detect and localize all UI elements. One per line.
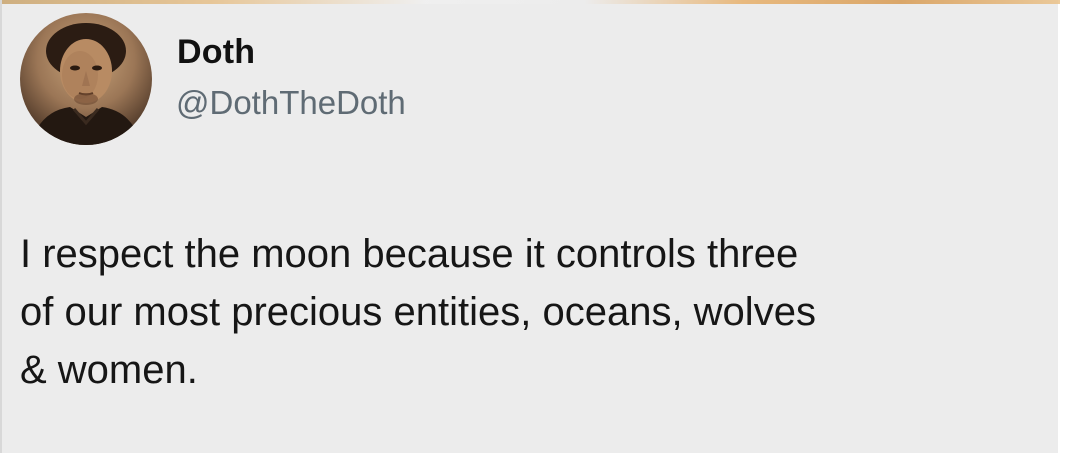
tweet-text-line: & women. bbox=[20, 348, 198, 392]
tweet-card: Doth @DothTheDoth I respect the moon bec… bbox=[0, 0, 1060, 453]
display-name[interactable]: Doth bbox=[177, 33, 255, 72]
tweet-text-line: I respect the moon because it controls t… bbox=[20, 232, 799, 276]
profile-photo-icon bbox=[30, 23, 142, 145]
avatar[interactable] bbox=[20, 13, 152, 145]
top-edge-stripe bbox=[2, 0, 1060, 4]
user-handle[interactable]: @DothTheDoth bbox=[176, 84, 406, 122]
tweet-text: I respect the moon because it controls t… bbox=[20, 225, 1040, 399]
tweet-text-line: of our most precious entities, oceans, w… bbox=[20, 290, 816, 334]
